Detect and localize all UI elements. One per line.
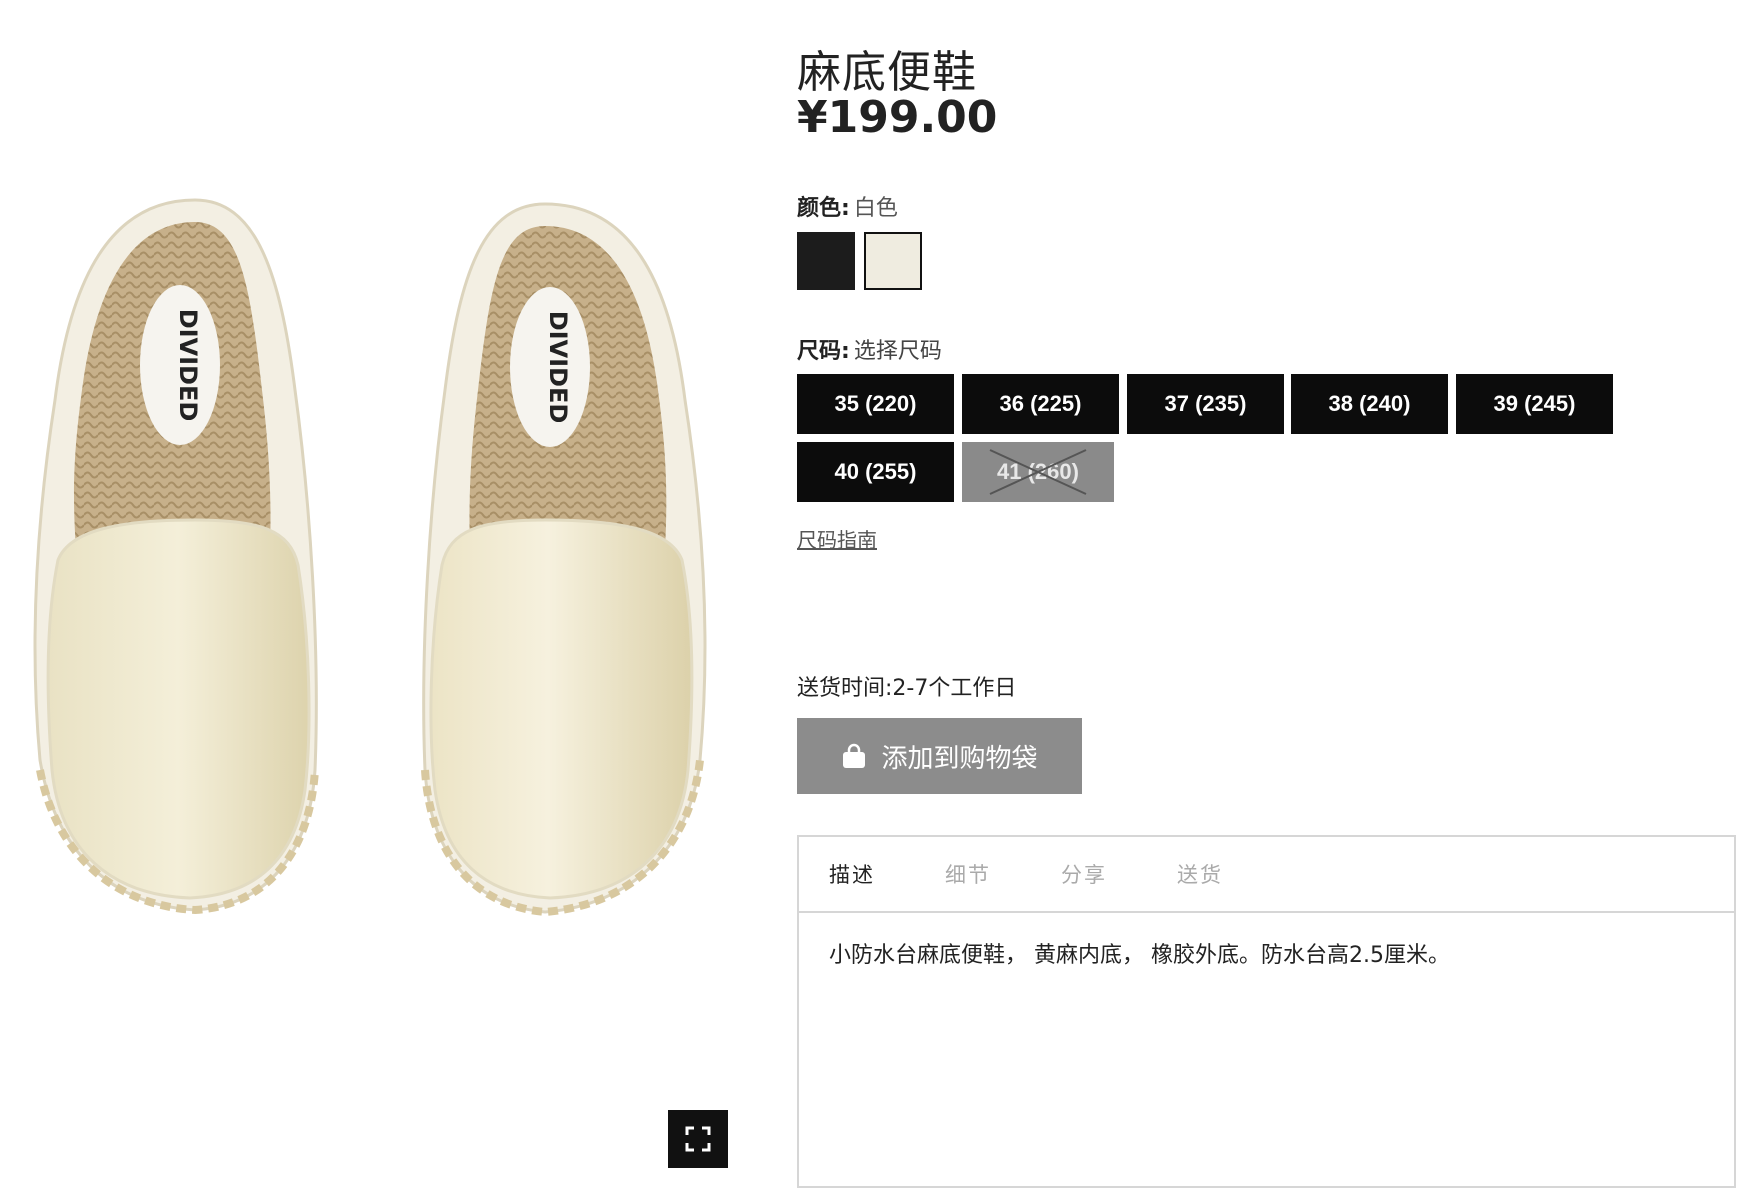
size-option-40[interactable]: 40 (255) <box>797 442 954 502</box>
size-selector-label: 尺码: 选择尺码 <box>797 333 942 365</box>
product-price: ¥199.00 <box>797 92 998 143</box>
tab-details[interactable]: 细节 <box>945 859 991 889</box>
unavailable-cross-icon <box>989 449 1087 495</box>
delivery-time: 送货时间:2-7个工作日 <box>797 676 1017 701</box>
color-swatch-black[interactable] <box>797 232 855 290</box>
size-label: 尺码: <box>797 339 850 364</box>
tab-delivery[interactable]: 送货 <box>1177 859 1223 889</box>
fullscreen-icon <box>685 1126 711 1152</box>
size-option-41-unavailable: 41 (260) <box>962 442 1114 502</box>
right-shoe: DIVIDED <box>421 202 707 917</box>
product-description: 小防水台麻底便鞋， 黄麻内底， 橡胶外底。防水台高2.5厘米。 <box>829 943 1450 968</box>
product-image-gallery: DIVIDED DIVIDED <box>0 0 760 1194</box>
size-value: 选择尺码 <box>853 339 942 364</box>
add-to-bag-label: 添加到购物袋 <box>881 743 1038 774</box>
product-title: 麻底便鞋 <box>797 47 977 98</box>
size-guide-link[interactable]: 尺码指南 <box>797 524 877 553</box>
fullscreen-button[interactable] <box>668 1110 728 1168</box>
tab-share[interactable]: 分享 <box>1061 859 1107 889</box>
brand-print: DIVIDED <box>174 309 202 422</box>
product-tabs: 描述 细节 分享 送货 小防水台麻底便鞋， 黄麻内底， 橡胶外底。防水台高2.5… <box>797 835 1736 1188</box>
color-label: 颜色: <box>797 196 850 221</box>
color-value: 白色 <box>853 196 898 221</box>
color-selector-label: 颜色: 白色 <box>797 190 898 222</box>
shopping-bag-icon <box>843 743 866 768</box>
product-image: DIVIDED DIVIDED <box>33 198 707 917</box>
size-option-35[interactable]: 35 (220) <box>797 374 954 434</box>
size-option-36[interactable]: 36 (225) <box>962 374 1119 434</box>
tab-description[interactable]: 描述 <box>829 859 875 889</box>
brand-print: DIVIDED <box>544 311 572 424</box>
add-to-bag-button[interactable]: 添加到购物袋 <box>797 718 1082 794</box>
size-option-37[interactable]: 37 (235) <box>1127 374 1284 434</box>
size-option-38[interactable]: 38 (240) <box>1291 374 1448 434</box>
left-shoe: DIVIDED <box>33 198 319 915</box>
size-option-39[interactable]: 39 (245) <box>1456 374 1613 434</box>
tab-bar: 描述 细节 分享 送货 <box>799 837 1734 913</box>
color-swatch-white[interactable] <box>864 232 922 290</box>
